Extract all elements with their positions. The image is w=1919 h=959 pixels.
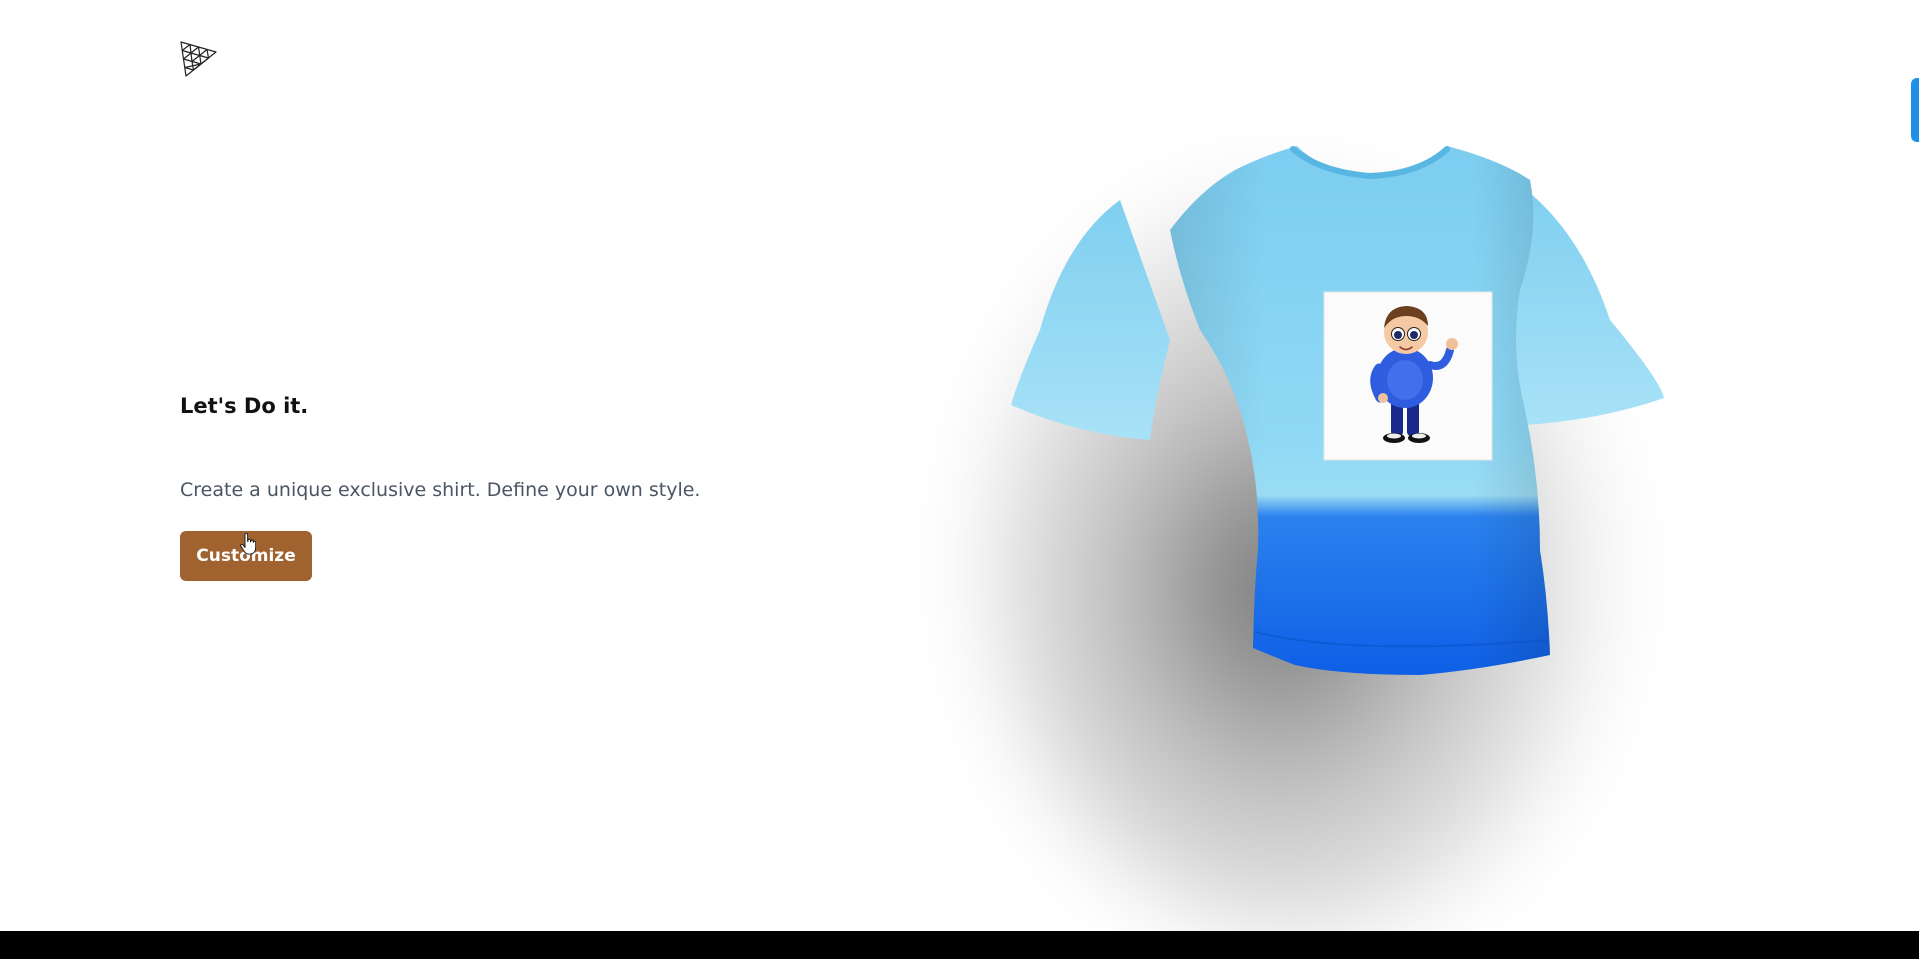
- home-page: Let's Do it. Create a unique exclusive s…: [0, 0, 1919, 959]
- triangle-mesh-logo-icon[interactable]: [178, 38, 220, 80]
- side-panel-tab[interactable]: [1911, 78, 1919, 142]
- footer-bar: [0, 931, 1919, 959]
- shirt-3d-viewer[interactable]: [880, 80, 1780, 940]
- customize-button[interactable]: Customize: [180, 531, 312, 581]
- waving-cartoon-boy-decal[interactable]: [1323, 291, 1493, 461]
- page-subtitle: Create a unique exclusive shirt. Define …: [180, 479, 701, 501]
- page-title: Let's Do it.: [180, 394, 309, 418]
